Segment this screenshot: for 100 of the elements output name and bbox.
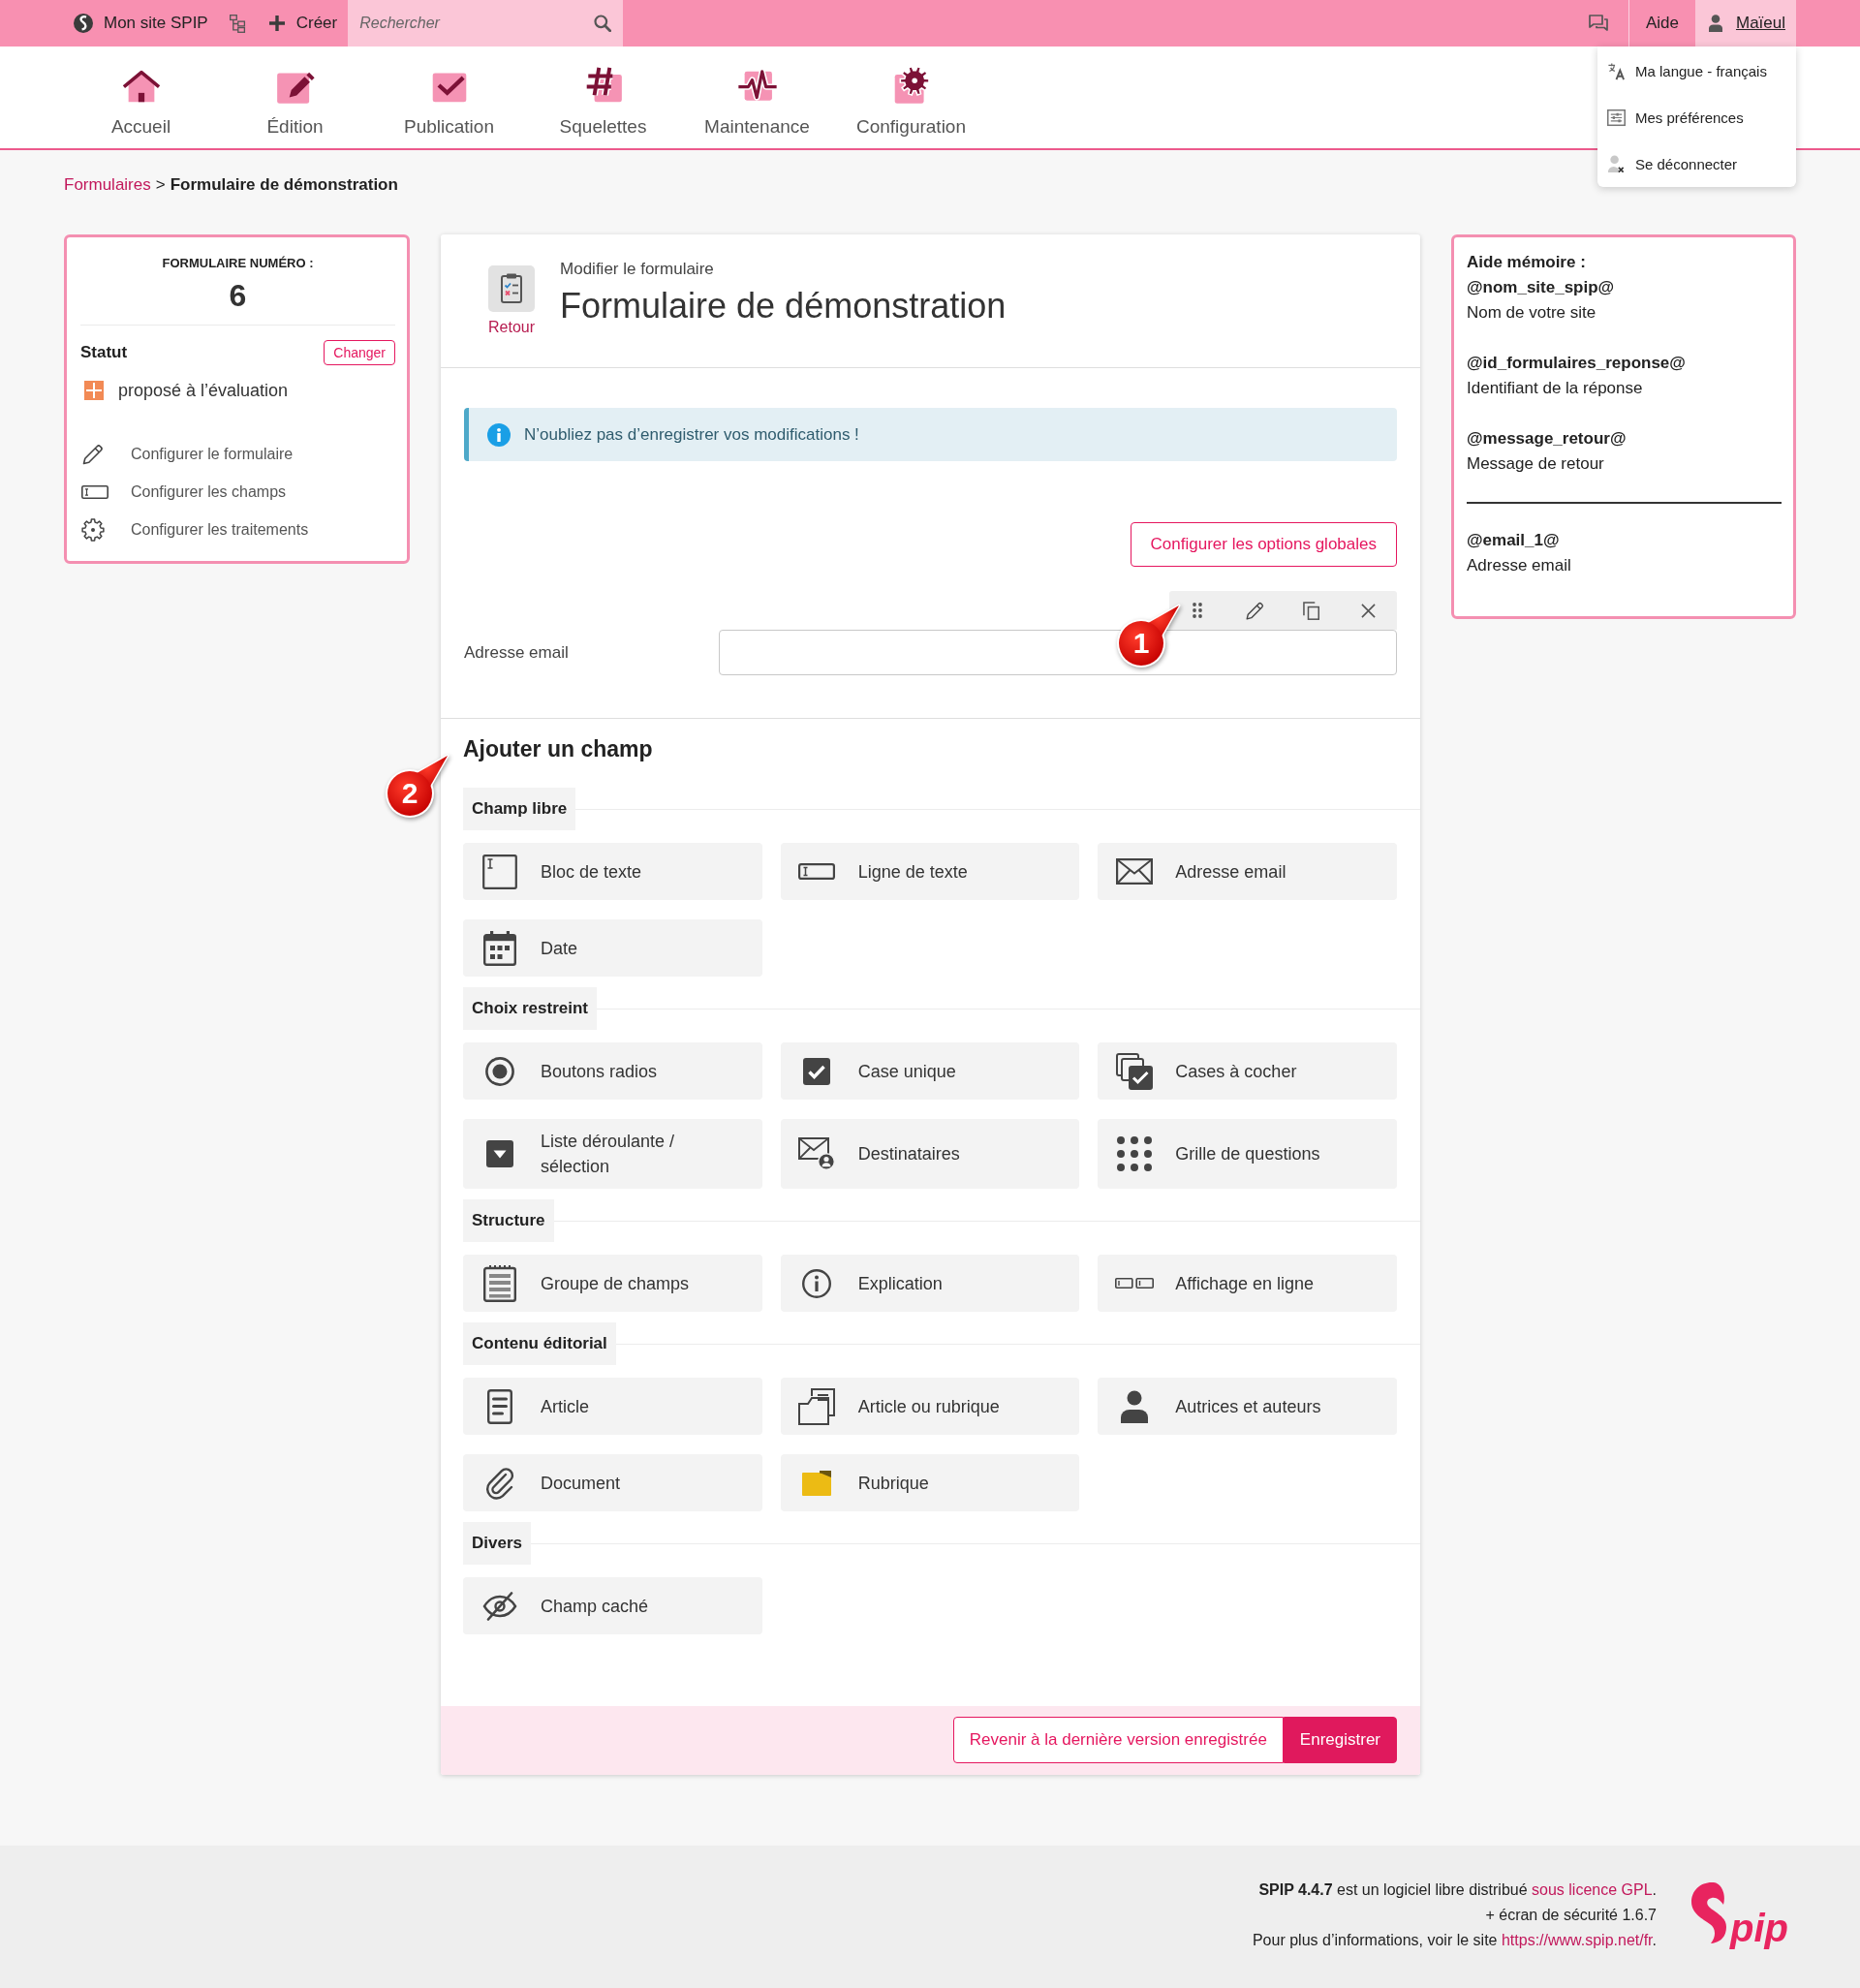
save-button[interactable]: Enregistrer bbox=[1283, 1717, 1397, 1763]
fieldset-icon bbox=[482, 1264, 516, 1302]
field-type-button[interactable]: Destinataires bbox=[780, 1119, 1080, 1189]
plus-icon bbox=[268, 16, 285, 31]
footer-text: SPIP 4.4.7 est un logiciel libre distribué sous licence GPL. bbox=[1257, 1880, 1657, 1900]
status-label: Statut bbox=[80, 343, 128, 362]
search-field[interactable]: Rechercher bbox=[348, 0, 624, 47]
create-link[interactable]: Créer bbox=[268, 14, 338, 33]
calendar-icon bbox=[482, 930, 516, 966]
site-logo-icon bbox=[74, 14, 93, 33]
memo-tag: @email_1@ bbox=[1467, 528, 1782, 553]
section-title: Ajouter un champ bbox=[463, 735, 654, 763]
chat-icon[interactable] bbox=[1588, 15, 1608, 32]
category-heading: Champ libre bbox=[463, 788, 576, 830]
search-icon[interactable] bbox=[594, 15, 612, 32]
breadcrumb-current: Formulaire de démonstration bbox=[170, 174, 398, 196]
field-type-button[interactable]: Case unique bbox=[780, 1042, 1080, 1100]
config-link[interactable]: Configurer les champs bbox=[80, 480, 395, 505]
pencil-icon bbox=[81, 443, 105, 466]
site-link[interactable]: Mon site SPIP bbox=[74, 14, 208, 33]
nav-item[interactable]: Publication bbox=[372, 64, 526, 148]
global-options-button[interactable]: Configurer les options globales bbox=[1130, 522, 1397, 567]
clipboard-icon bbox=[488, 265, 535, 312]
footer-link[interactable]: https://www.spip.net/fr bbox=[1501, 1932, 1653, 1948]
category-heading: Divers bbox=[463, 1522, 531, 1565]
status-icon bbox=[84, 381, 104, 400]
drag-handle-icon[interactable] bbox=[1193, 603, 1203, 618]
menu-item[interactable]: Ma langue - français bbox=[1597, 47, 1796, 94]
menu-item[interactable]: Mes préférences bbox=[1597, 94, 1796, 140]
field-type-button[interactable]: Grille de questions bbox=[1098, 1119, 1397, 1189]
radio-icon bbox=[484, 1056, 514, 1086]
footer-text: + écran de sécurité 1.6.7 bbox=[1484, 1906, 1657, 1925]
stacked-checkboxes-icon bbox=[1115, 1052, 1153, 1090]
form-number: 6 bbox=[228, 278, 248, 313]
memo-tag: @id_formulaires_reponse@ bbox=[1467, 351, 1782, 376]
nav-item[interactable]: Squelettes bbox=[526, 64, 680, 148]
memo-description: Nom de votre site bbox=[1467, 302, 1597, 324]
field-type-button[interactable]: Rubrique bbox=[780, 1454, 1080, 1511]
field-type-button[interactable]: Document bbox=[463, 1454, 762, 1511]
documents-icon bbox=[798, 1387, 836, 1425]
field-type-button[interactable]: Article ou rubrique bbox=[780, 1378, 1080, 1435]
field-type-button[interactable]: Affichage en ligne bbox=[1098, 1255, 1397, 1312]
field-type-button[interactable]: Date bbox=[463, 919, 762, 977]
envelope-icon bbox=[1115, 858, 1153, 885]
field-type-button[interactable]: Article bbox=[463, 1378, 762, 1435]
memo-description: Adresse email bbox=[1467, 555, 1572, 576]
dot-grid-icon bbox=[1116, 1136, 1152, 1171]
inline-fields-icon bbox=[1114, 1278, 1154, 1289]
page-subtitle: Modifier le formulaire bbox=[560, 259, 715, 280]
close-icon[interactable] bbox=[1361, 603, 1377, 618]
hierarchy-icon[interactable] bbox=[229, 14, 246, 33]
info-icon bbox=[802, 1268, 832, 1298]
paperclip-icon bbox=[484, 1466, 514, 1500]
field-type-button[interactable]: Explication bbox=[780, 1255, 1080, 1312]
change-status-button[interactable]: Changer bbox=[324, 340, 395, 365]
pencil-icon[interactable] bbox=[1244, 600, 1265, 621]
eye-slash-icon bbox=[481, 1591, 517, 1621]
nav-item[interactable]: Maintenance bbox=[680, 64, 834, 148]
breadcrumb-link[interactable]: Formulaires bbox=[64, 173, 151, 197]
dropdown-icon bbox=[485, 1140, 513, 1167]
field-type-button[interactable]: Adresse email bbox=[1098, 843, 1397, 900]
info-icon bbox=[487, 422, 511, 447]
text-input-icon bbox=[798, 863, 836, 880]
copy-icon[interactable] bbox=[1303, 601, 1320, 620]
field-type-button[interactable]: Boutons radios bbox=[463, 1042, 762, 1100]
config-link[interactable]: Configurer le formulaire bbox=[80, 442, 395, 467]
memo-description: Message de retour bbox=[1467, 453, 1605, 475]
field-type-button[interactable]: Autrices et auteurs bbox=[1098, 1378, 1397, 1435]
language-icon bbox=[1607, 61, 1626, 80]
nav-item[interactable]: Accueil bbox=[64, 64, 218, 148]
nav-item[interactable]: Édition bbox=[218, 64, 372, 148]
text-area-icon bbox=[481, 854, 517, 889]
field-type-button[interactable]: Bloc de texte bbox=[463, 843, 762, 900]
field-type-button[interactable]: Liste déroulante / sélection bbox=[463, 1119, 762, 1189]
footer-link[interactable]: sous licence GPL bbox=[1532, 1881, 1653, 1898]
swirl-logo-icon bbox=[1689, 1881, 1727, 1943]
logo-text: pip bbox=[1730, 1909, 1789, 1947]
back-link[interactable]: Retour bbox=[488, 265, 536, 337]
category-heading: Choix restreint bbox=[463, 987, 597, 1030]
sliders-icon bbox=[1607, 108, 1626, 127]
field-type-button[interactable]: Cases à cocher bbox=[1098, 1042, 1397, 1100]
alert-text: N’oubliez pas d’enregistrer vos modifications ! bbox=[524, 424, 859, 445]
form-number-label: FORMULAIRE NUMÉRO : bbox=[161, 255, 315, 272]
revert-button[interactable]: Revenir à la dernière version enregistrée bbox=[952, 1717, 1284, 1763]
user-icon bbox=[1708, 15, 1722, 32]
field-type-button[interactable]: Champ caché bbox=[463, 1577, 762, 1634]
field-type-button[interactable]: Groupe de champs bbox=[463, 1255, 762, 1312]
page-title: Formulaire de démonstration bbox=[560, 285, 1007, 327]
menu-item[interactable]: Se déconnecter bbox=[1597, 140, 1796, 187]
field-type-button[interactable]: Ligne de texte bbox=[780, 843, 1080, 900]
folder-icon bbox=[802, 1470, 832, 1496]
user-menu-button[interactable]: Maïeul bbox=[1694, 0, 1796, 47]
envelope-person-icon bbox=[798, 1137, 836, 1170]
memo-description: Identifiant de la réponse bbox=[1467, 378, 1644, 399]
category-heading: Structure bbox=[463, 1199, 554, 1242]
logout-icon bbox=[1607, 154, 1626, 173]
nav-item[interactable]: Configuration bbox=[834, 64, 988, 148]
gear-icon bbox=[81, 518, 105, 542]
config-link[interactable]: Configurer les traitements bbox=[80, 517, 395, 543]
footer-text: Pour plus d’informations, voir le site https://www.spip.net/fr. bbox=[1252, 1931, 1657, 1950]
